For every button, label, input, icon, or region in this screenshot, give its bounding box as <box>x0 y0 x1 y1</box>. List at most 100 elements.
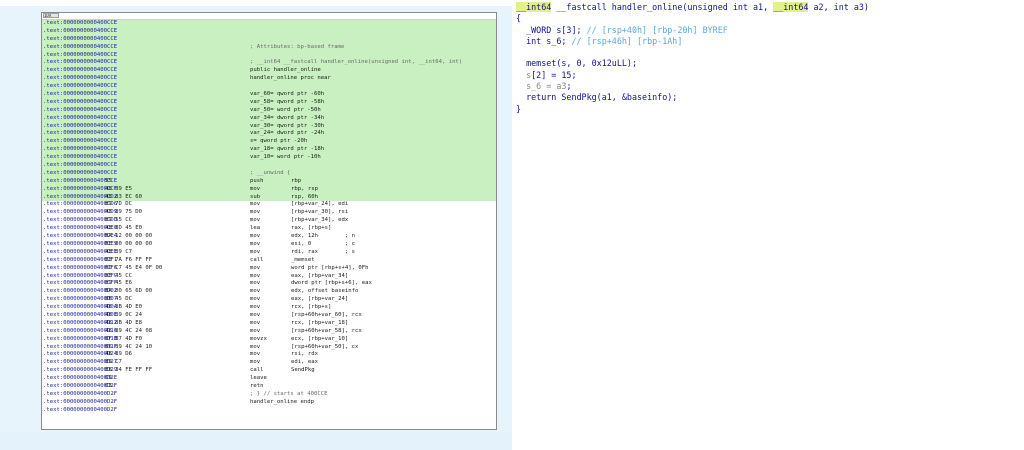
disasm-line[interactable]: .text:0000000000400CE4 BA 12 00 00 00 mov e… <box>42 233 496 241</box>
disasm-line[interactable]: .text:0000000000400D02 BA 00 65 6D 00 mov e… <box>42 288 496 296</box>
instruction-mnemonic[interactable]: call <box>250 367 263 375</box>
line-address[interactable]: .text:0000000000400CCE <box>43 59 117 67</box>
disasm-line[interactable]: .text:0000000000400CCE var_24= dword ptr … <box>42 130 496 139</box>
instruction-mnemonic[interactable]: mov <box>250 344 260 352</box>
instruction-operands[interactable]: eax, [rbp+var_34] <box>291 273 348 281</box>
disasm-label[interactable]: var_10= word ptr -10h <box>250 154 321 162</box>
disasm-line[interactable]: .text:0000000000400D2F C3 retn <box>42 383 496 391</box>
disasm-line[interactable]: .text:0000000000400CF6 66 C7 45 E4 0F 00 m… <box>42 265 496 273</box>
line-address[interactable]: .text:0000000000400CCE <box>43 75 117 83</box>
disasm-label[interactable]: s= qword ptr -20h <box>250 138 307 146</box>
disasm-label[interactable]: var_30= qword ptr -30h <box>250 123 324 131</box>
disasm-line[interactable]: .text:0000000000400D16 48 89 4C 24 08 mov[… <box>42 328 496 336</box>
disasm-label[interactable]: var_50= word ptr -50h <box>250 107 321 115</box>
instruction-operands[interactable]: rdi, rax ; s <box>291 249 355 257</box>
instruction-operands[interactable]: [rbp+var_24], edi <box>291 201 348 209</box>
disasm-line[interactable]: .text:0000000000400CCE var_50= word ptr -… <box>42 106 496 115</box>
window-tab-icon[interactable]: IDA <box>43 13 59 18</box>
instruction-operands[interactable]: edi, eax <box>291 359 318 367</box>
disasm-line[interactable]: .text:0000000000400CE0 48 8D 45 E0 lea rax,… <box>42 225 496 233</box>
disasm-label[interactable]: var_18= qword ptr -18h <box>250 146 324 154</box>
disasm-comment[interactable]: ; Attributes: bp-based frame <box>250 44 344 52</box>
instruction-operands[interactable]: rcx, [rbp+s] <box>291 304 331 312</box>
disasm-line[interactable]: .text:0000000000400CCE ; __int64 __fastca… <box>42 59 496 68</box>
return-type[interactable]: __int64 <box>516 2 552 12</box>
instruction-mnemonic[interactable]: call <box>250 257 263 265</box>
line-address[interactable]: .text:0000000000400CCE <box>43 99 117 107</box>
return-statement[interactable]: return SendPkg(a1, &baseinfo); <box>516 92 1016 103</box>
instruction-mnemonic[interactable]: mov <box>250 328 260 336</box>
instruction-operands[interactable]: eax, [rbp+var_24] <box>291 296 348 304</box>
assign-statement-s2[interactable]: s[2] = 15; <box>516 70 1016 81</box>
line-address[interactable]: .text:0000000000400CCE <box>43 130 117 138</box>
disasm-comment[interactable]: ; __unwind { <box>250 170 290 178</box>
instruction-mnemonic[interactable]: mov <box>250 296 260 304</box>
instruction-mnemonic[interactable]: mov <box>250 280 260 288</box>
instruction-operands[interactable]: rax, [rbp+s] <box>291 225 331 233</box>
instruction-mnemonic[interactable]: mov <box>250 186 260 194</box>
disasm-comment[interactable]: ; __int64 __fastcall handler_online(unsi… <box>250 59 462 67</box>
instruction-operands[interactable]: [rsp+60h+var_58], rcx <box>291 328 362 336</box>
instruction-mnemonic[interactable]: retn <box>250 383 263 391</box>
instruction-operands[interactable]: rcx, [rbp+var_18] <box>291 320 348 328</box>
instruction-mnemonic[interactable]: sub <box>250 194 260 202</box>
disasm-line[interactable]: .text:0000000000400CFC 8B 45 CC mov eax, [r… <box>42 273 496 281</box>
instruction-mnemonic[interactable]: movzx <box>250 336 267 344</box>
disasm-line[interactable]: .text:0000000000400D0E 48 89 0C 24 mov [rsp… <box>42 312 496 320</box>
function-signature[interactable]: __int64 __fastcall handler_online(unsign… <box>516 2 1016 14</box>
disasm-line[interactable]: .text:0000000000400CCE var_60= qword ptr … <box>42 91 496 99</box>
disasm-line[interactable]: .text:0000000000400D12 48 8B 4D E8 mov rcx,… <box>42 320 496 328</box>
instruction-operands[interactable]: word ptr [rbp+s+4], 0Fh <box>291 265 368 273</box>
disasm-line[interactable]: .text:0000000000400CCE <box>42 20 496 28</box>
disasm-line[interactable]: .text:0000000000400CD6 89 7D DC mov [rbp+va… <box>42 201 496 209</box>
disasm-label[interactable]: handler_online proc near <box>250 75 331 83</box>
disasm-line[interactable]: .text:0000000000400D2F <box>42 407 496 415</box>
line-address[interactable]: .text:0000000000400CCE <box>43 115 117 123</box>
instruction-operands[interactable]: SendPkg <box>291 367 315 375</box>
instruction-mnemonic[interactable]: mov <box>250 273 260 281</box>
disasm-line[interactable]: .text:0000000000400D27 89 C7 mov edi, eax <box>42 359 496 367</box>
line-address[interactable]: .text:0000000000400CCE <box>43 67 117 75</box>
instruction-mnemonic[interactable]: mov <box>250 249 260 257</box>
disasm-line[interactable]: .text:0000000000400CEE 48 89 C7 mov rdi, ra… <box>42 249 496 257</box>
disasm-line[interactable]: .text:0000000000400D29 E8 34 FE FF FF call… <box>42 367 496 375</box>
instruction-operands[interactable]: [rsp+60h+var_60], rcx <box>291 312 362 320</box>
disasm-line[interactable]: .text:0000000000400D2F ; } // starts at 4… <box>42 391 496 399</box>
instruction-mnemonic[interactable]: push <box>250 178 263 186</box>
disasm-label[interactable]: var_58= qword ptr -58h <box>250 99 324 107</box>
instruction-operands[interactable]: [rsp+60h+var_50], cx <box>291 344 358 352</box>
instruction-operands[interactable]: edx, 12h ; n <box>291 233 355 241</box>
instruction-operands[interactable]: ecx, [rbp+var_10] <box>291 336 348 344</box>
line-address[interactable]: .text:0000000000400CCE <box>43 83 117 91</box>
instruction-mnemonic[interactable]: mov <box>250 304 260 312</box>
disasm-line[interactable]: .text:0000000000400D2F handler_online end… <box>42 399 496 407</box>
disasm-comment[interactable]: ; } // starts at 400CCE <box>250 391 327 399</box>
instruction-mnemonic[interactable]: mov <box>250 351 260 359</box>
instruction-operands[interactable]: [rbp+var_34], edx <box>291 217 348 225</box>
disasm-line[interactable]: .text:0000000000400CE9 BE 00 00 00 00 mov e… <box>42 241 496 249</box>
line-address[interactable]: .text:0000000000400D2F <box>43 399 117 407</box>
disasm-line[interactable]: .text:0000000000400D24 48 89 D6 mov rsi, rd… <box>42 351 496 359</box>
disasm-line[interactable]: .text:0000000000400CCE <box>42 35 496 44</box>
disasm-line[interactable]: .text:0000000000400CCE 55 push rbp <box>42 177 496 186</box>
pseudocode-view[interactable]: __int64 __fastcall handler_online(unsign… <box>516 2 1016 115</box>
line-address[interactable]: .text:0000000000400CCE <box>43 44 117 52</box>
disasm-line[interactable]: .text:0000000000400D1F 66 89 4C 24 10 mov[… <box>42 344 496 352</box>
disasm-label[interactable]: var_34= dword ptr -34h <box>250 115 324 123</box>
local-decl-s[interactable]: _WORD s[3]; // [rsp+40h] [rbp-20h] BYREF <box>516 25 1016 36</box>
disasm-line[interactable]: .text:0000000000400CD2 48 83 EC 60 sub rsp,… <box>42 193 496 202</box>
disasm-line[interactable]: .text:0000000000400CCE var_34= dword ptr … <box>42 114 496 123</box>
disasm-line[interactable]: .text:0000000000400CCE var_58= qword ptr … <box>42 98 496 107</box>
local-decl-s6[interactable]: int s_6; // [rsp+46h] [rbp-1Ah] <box>516 36 1016 47</box>
instruction-mnemonic[interactable]: mov <box>250 320 260 328</box>
disasm-line[interactable]: .text:0000000000400CDD 89 55 CC mov [rbp+va… <box>42 217 496 225</box>
disassembly-window[interactable]: IDA .text:0000000000400CCE .text:00000000… <box>41 12 497 430</box>
disasm-line[interactable]: .text:0000000000400CF1 E8 7A F6 FF FF call… <box>42 257 496 265</box>
line-address[interactable]: .text:0000000000400CCE <box>43 20 117 28</box>
instruction-mnemonic[interactable]: mov <box>250 265 260 273</box>
disasm-line[interactable]: .text:0000000000400CCE <box>42 162 496 170</box>
instruction-mnemonic[interactable]: lea <box>250 225 260 233</box>
instruction-operands[interactable]: rbp, rsp <box>291 186 318 194</box>
disasm-line[interactable]: .text:0000000000400CCE var_30= qword ptr … <box>42 122 496 131</box>
line-address[interactable]: .text:0000000000400CCE <box>43 91 117 99</box>
